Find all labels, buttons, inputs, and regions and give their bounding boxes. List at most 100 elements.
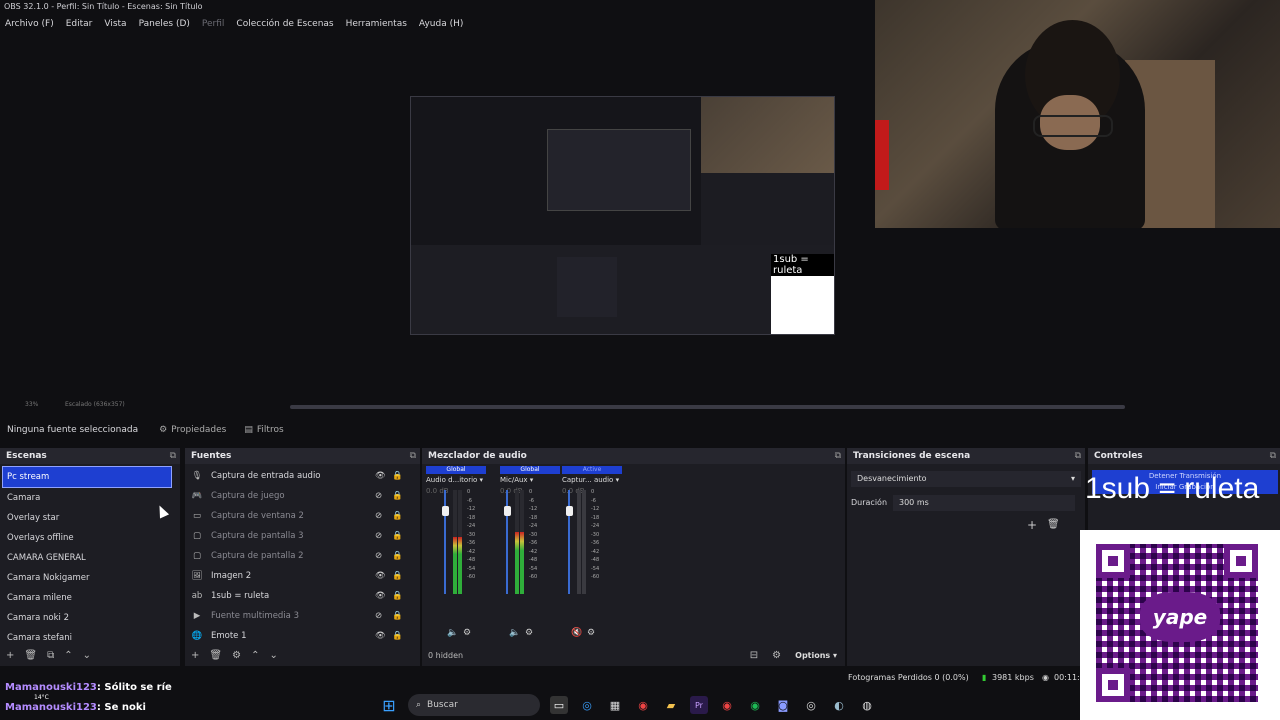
eye-hidden-icon[interactable]: ⊘: [375, 611, 382, 621]
mixer-settings-icon[interactable]: ⚙: [772, 650, 781, 661]
scene-item[interactable]: Camara milene: [0, 588, 180, 608]
fader-knob[interactable]: [566, 506, 573, 516]
menu-vista[interactable]: Vista: [104, 16, 126, 32]
remove-scene-icon[interactable]: 🗑: [24, 650, 37, 661]
channel-name[interactable]: Audio d...itorio ▾: [426, 476, 486, 484]
eye-icon[interactable]: 👁: [375, 591, 386, 601]
mixer-options-button[interactable]: Options ▾: [795, 651, 837, 660]
scene-item[interactable]: Camara: [0, 488, 180, 508]
eye-hidden-icon[interactable]: ⊘: [375, 491, 382, 501]
undock-icon[interactable]: ⧉: [1075, 448, 1081, 464]
source-item[interactable]: 🎙 Captura de entrada audio 👁 🔒: [185, 466, 420, 486]
lock-icon[interactable]: 🔒: [392, 591, 403, 601]
scene-item[interactable]: Camara Nokigamer: [0, 568, 180, 588]
lock-icon[interactable]: 🔒: [392, 511, 403, 521]
channel-name[interactable]: Captur... audio ▾: [562, 476, 622, 484]
speaker-icon[interactable]: 🔈: [447, 628, 458, 638]
yape-logo: yape: [1140, 592, 1220, 642]
menu-paneles[interactable]: Paneles (D): [139, 16, 190, 32]
undock-icon[interactable]: ⧉: [1270, 448, 1276, 464]
eye-icon[interactable]: 👁: [375, 471, 386, 481]
scene-item[interactable]: Pc stream: [2, 466, 172, 488]
lock-icon[interactable]: 🔒: [392, 491, 403, 501]
steam-icon[interactable]: ◐: [830, 696, 848, 714]
no-source-label: Ninguna fuente seleccionada: [7, 425, 139, 435]
fader-knob[interactable]: [504, 506, 511, 516]
task-view-icon[interactable]: ▭: [550, 696, 568, 714]
window-icon: ▭: [192, 511, 202, 521]
scene-item[interactable]: CAMARA GENERAL: [0, 548, 180, 568]
source-item[interactable]: 🌐 Emote 1 👁 🔒: [185, 626, 420, 646]
app-icon[interactable]: ◍: [858, 696, 876, 714]
undock-icon[interactable]: ⧉: [170, 448, 176, 464]
zoom-level[interactable]: 33%: [25, 401, 38, 408]
menu-perfil[interactable]: Perfil: [202, 16, 225, 32]
scene-item[interactable]: Camara noki 2: [0, 608, 180, 628]
chrome-icon[interactable]: ◉: [634, 696, 652, 714]
source-item[interactable]: ▢ Captura de pantalla 2 ⊘ 🔒: [185, 546, 420, 566]
taskbar-search[interactable]: ⌕ Buscar: [408, 694, 540, 716]
source-item[interactable]: 🎮 Captura de juego ⊘ 🔒: [185, 486, 420, 506]
lock-icon[interactable]: 🔒: [392, 611, 403, 621]
hidden-count[interactable]: 0 hidden: [428, 651, 463, 660]
duration-input[interactable]: 300 ms: [893, 495, 1075, 511]
lock-icon[interactable]: 🔒: [392, 471, 403, 481]
channel-menu-icon[interactable]: ⚙: [525, 628, 533, 638]
channel-menu-icon[interactable]: ⚙: [463, 628, 471, 638]
speaker-icon[interactable]: 🔈: [509, 628, 520, 638]
add-transition-icon[interactable]: +: [1027, 518, 1037, 532]
eye-hidden-icon[interactable]: ⊘: [375, 511, 382, 521]
undock-icon[interactable]: ⧉: [835, 448, 841, 464]
channel-menu-icon[interactable]: ⚙: [587, 628, 595, 638]
discord-icon[interactable]: ◙: [774, 696, 792, 714]
menu-editar[interactable]: Editar: [66, 16, 93, 32]
properties-button[interactable]: ⚙ Propiedades: [152, 422, 233, 438]
store-icon[interactable]: ▦: [606, 696, 624, 714]
eye-icon[interactable]: 👁: [375, 571, 386, 581]
lock-icon[interactable]: 🔒: [392, 571, 403, 581]
channel-name[interactable]: Mic/Aux ▾: [500, 476, 560, 484]
scene-item[interactable]: Overlay star: [0, 508, 180, 528]
scene-filters-icon[interactable]: ⧉: [47, 650, 54, 661]
lock-icon[interactable]: 🔒: [392, 551, 403, 561]
muted-speaker-icon[interactable]: 🔇: [571, 628, 582, 638]
remove-source-icon[interactable]: 🗑: [209, 650, 222, 661]
menu-archivo[interactable]: Archivo (F): [5, 16, 54, 32]
move-down-icon[interactable]: ⌄: [83, 650, 91, 661]
source-item[interactable]: ▢ Captura de pantalla 3 ⊘ 🔒: [185, 526, 420, 546]
premiere-icon[interactable]: Pr: [690, 696, 708, 714]
eye-hidden-icon[interactable]: ⊘: [375, 531, 382, 541]
folder-icon[interactable]: ▰: [662, 696, 680, 714]
undock-icon[interactable]: ⧉: [410, 448, 416, 464]
filters-button[interactable]: ▤ Filtros: [237, 422, 290, 438]
source-settings-icon[interactable]: ⚙: [232, 650, 241, 661]
add-source-icon[interactable]: +: [191, 650, 199, 661]
controls-title: Controles ⧉: [1088, 448, 1280, 464]
edge-icon[interactable]: ◎: [578, 696, 596, 714]
move-up-icon[interactable]: ⌃: [251, 650, 259, 661]
menu-ayuda[interactable]: Ayuda (H): [419, 16, 463, 32]
source-item[interactable]: ab 1sub = ruleta 👁 🔒: [185, 586, 420, 606]
remove-transition-icon[interactable]: 🗑: [1047, 519, 1060, 530]
webcam-overlay: [875, 0, 1280, 228]
source-item[interactable]: 🖼 Imagen 2 👁 🔒: [185, 566, 420, 586]
move-up-icon[interactable]: ⌃: [64, 650, 72, 661]
spotify-icon[interactable]: ◉: [746, 696, 764, 714]
lock-icon[interactable]: 🔒: [392, 531, 403, 541]
preview-scrollbar[interactable]: [290, 405, 1125, 409]
source-item[interactable]: ▶ Fuente multimedia 3 ⊘ 🔒: [185, 606, 420, 626]
menu-herramientas[interactable]: Herramientas: [346, 16, 407, 32]
transition-select[interactable]: Desvanecimiento ▾: [851, 471, 1081, 487]
lock-icon[interactable]: 🔒: [392, 631, 403, 641]
obs-icon[interactable]: ◎: [802, 696, 820, 714]
scene-item[interactable]: Overlays offline: [0, 528, 180, 548]
move-down-icon[interactable]: ⌄: [269, 650, 277, 661]
menu-coleccion[interactable]: Colección de Escenas: [236, 16, 333, 32]
eye-icon[interactable]: 👁: [375, 631, 386, 641]
add-scene-icon[interactable]: +: [6, 650, 14, 661]
fader-knob[interactable]: [442, 506, 449, 516]
eye-hidden-icon[interactable]: ⊘: [375, 551, 382, 561]
chrome-profile-icon[interactable]: ◉: [718, 696, 736, 714]
source-item[interactable]: ▭ Captura de ventana 2 ⊘ 🔒: [185, 506, 420, 526]
layout-icon[interactable]: ⊟: [750, 650, 758, 661]
